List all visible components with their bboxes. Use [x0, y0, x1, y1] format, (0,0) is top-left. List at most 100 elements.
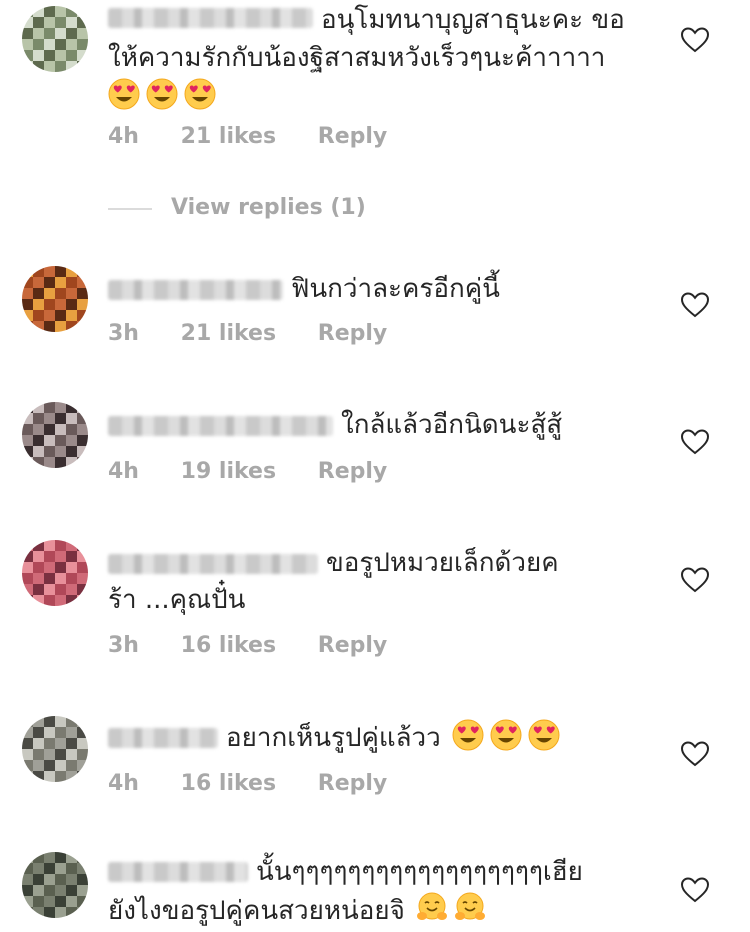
avatar-pixel: [22, 457, 33, 468]
avatar-pixel: [22, 540, 33, 551]
avatar-pixel: [66, 885, 77, 896]
heart-icon[interactable]: [681, 429, 709, 455]
heart-eyes-emoji: [184, 78, 216, 110]
comment-meta: 4h 21 likes Reply: [108, 124, 421, 149]
reply-button[interactable]: Reply: [318, 124, 388, 149]
avatar-pixel: [66, 738, 77, 749]
username-blurred[interactable]: [108, 728, 218, 748]
avatar-pixel: [55, 874, 66, 885]
avatar-pixel: [55, 28, 66, 39]
avatar-pixel: [77, 727, 88, 738]
heart-eyes-emoji: [528, 719, 560, 751]
avatar-pixel: [55, 6, 66, 17]
heart-eyes-emoji: [108, 78, 140, 110]
avatar-pixel: [77, 321, 88, 332]
avatar-pixel: [66, 288, 77, 299]
avatar-pixel: [22, 266, 33, 277]
reply-button[interactable]: Reply: [318, 321, 388, 346]
avatar-pixel: [77, 6, 88, 17]
emoji-row: [105, 78, 219, 116]
avatar-pixel: [22, 17, 33, 28]
avatar-pixel: [44, 562, 55, 573]
hugging-emoji: [455, 892, 486, 920]
avatar-pixel: [77, 424, 88, 435]
avatar[interactable]: [22, 852, 88, 918]
avatar-pixel: [55, 863, 66, 874]
heart-icon[interactable]: [681, 27, 709, 53]
emoji-row: [449, 719, 563, 753]
avatar-pixel: [33, 885, 44, 896]
avatar-pixel: [44, 716, 55, 727]
comment-text: ยังไงขอรูปคู่คนสวยหน่อยจิ: [108, 892, 489, 930]
comment-likes[interactable]: 21 likes: [181, 124, 276, 149]
avatar-pixel: [66, 584, 77, 595]
comment-time: 4h: [108, 771, 139, 796]
avatar-pixel: [55, 310, 66, 321]
hugging-emoji: [417, 892, 448, 920]
avatar[interactable]: [22, 540, 88, 606]
avatar-pixel: [55, 551, 66, 562]
avatar[interactable]: [22, 402, 88, 468]
avatar-pixel: [22, 402, 33, 413]
avatar[interactable]: [22, 266, 88, 332]
avatar-pixel: [77, 540, 88, 551]
avatar-pixel: [66, 562, 77, 573]
avatar-pixel: [44, 852, 55, 863]
avatar-pixel: [55, 457, 66, 468]
avatar-pixel: [66, 457, 77, 468]
avatar-pixel: [55, 573, 66, 584]
divider-line: [108, 208, 152, 210]
avatar-pixel: [44, 277, 55, 288]
avatar-pixel: [55, 885, 66, 896]
comment-text: นั้นๆๆๆๆๆๆๆๆๆๆๆๆๆๆๆๆๆๆเฮีย: [256, 857, 583, 887]
avatar-pixel: [66, 28, 77, 39]
avatar-pixel: [22, 885, 33, 896]
comment-likes[interactable]: 19 likes: [181, 459, 276, 484]
avatar[interactable]: [22, 6, 88, 72]
avatar-pixel: [33, 749, 44, 760]
avatar-pixel: [66, 551, 77, 562]
avatar-pixel: [22, 863, 33, 874]
avatar-pixel: [77, 39, 88, 50]
avatar-pixel: [33, 852, 44, 863]
avatar-pixel: [33, 266, 44, 277]
avatar-pixel: [66, 299, 77, 310]
avatar-pixel: [44, 749, 55, 760]
avatar-pixel: [22, 321, 33, 332]
avatar-pixel: [66, 310, 77, 321]
username-blurred[interactable]: [108, 416, 333, 436]
comment-likes[interactable]: 21 likes: [181, 321, 276, 346]
heart-icon[interactable]: [681, 292, 709, 318]
reply-button[interactable]: Reply: [318, 459, 388, 484]
avatar-pixel: [77, 896, 88, 907]
username-blurred[interactable]: [108, 280, 283, 300]
avatar-pixel: [55, 39, 66, 50]
username-blurred[interactable]: [108, 8, 313, 28]
avatar-pixel: [77, 551, 88, 562]
heart-icon[interactable]: [681, 567, 709, 593]
avatar-pixel: [66, 595, 77, 606]
avatar-pixel: [22, 716, 33, 727]
reply-button[interactable]: Reply: [318, 633, 388, 658]
avatar-pixel: [55, 896, 66, 907]
avatar-pixel: [44, 727, 55, 738]
avatar-pixel: [22, 299, 33, 310]
heart-icon[interactable]: [681, 877, 709, 903]
reply-button[interactable]: Reply: [318, 771, 388, 796]
heart-icon[interactable]: [681, 741, 709, 767]
avatar-pixel: [44, 424, 55, 435]
username-blurred[interactable]: [108, 862, 248, 882]
avatar-pixel: [55, 562, 66, 573]
avatar-pixel: [77, 310, 88, 321]
avatar-pixel: [77, 299, 88, 310]
avatar-pixel: [44, 39, 55, 50]
avatar[interactable]: [22, 716, 88, 782]
avatar-pixel: [77, 288, 88, 299]
view-replies-label[interactable]: View replies (1): [171, 195, 366, 220]
avatar-pixel: [22, 771, 33, 782]
avatar-pixel: [33, 738, 44, 749]
comment-likes[interactable]: 16 likes: [181, 771, 276, 796]
username-blurred[interactable]: [108, 554, 318, 574]
comment-likes[interactable]: 16 likes: [181, 633, 276, 658]
avatar-pixel: [55, 907, 66, 918]
